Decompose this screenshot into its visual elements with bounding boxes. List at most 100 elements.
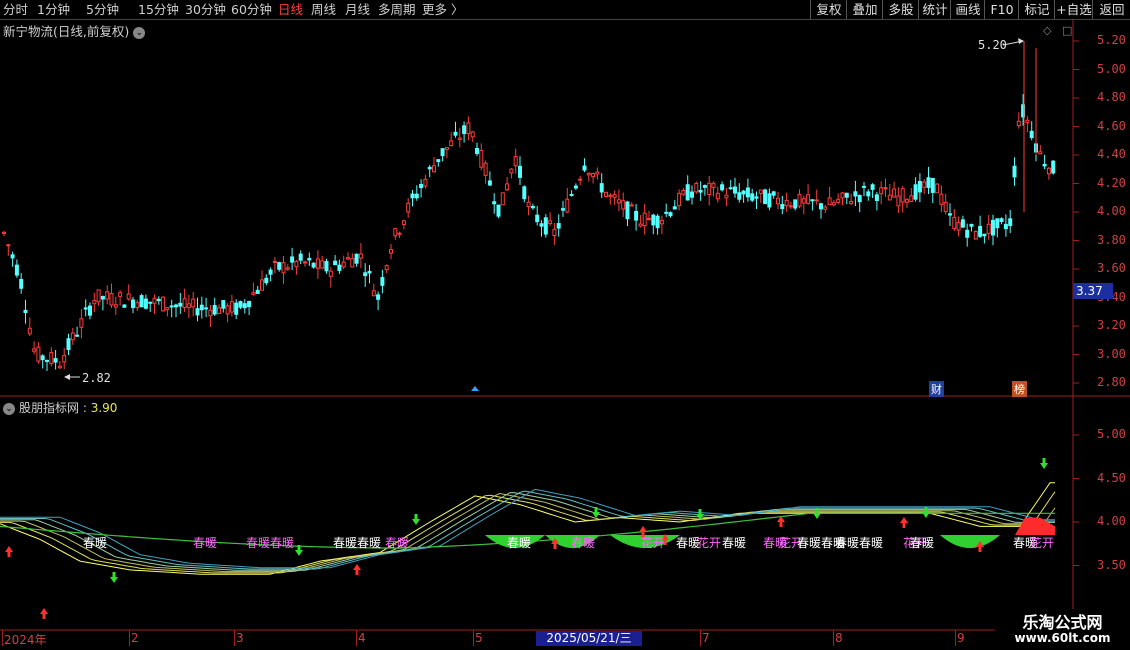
candle-body [831,202,836,206]
chevron-down-icon[interactable]: ⌄ [3,402,15,415]
candle-body [135,302,140,309]
candle-body [143,298,148,309]
candle-body [475,147,479,154]
candle-body [182,298,187,308]
candle-body [599,183,604,193]
candle-body [874,194,879,202]
candle-body [608,194,613,197]
signal-label: 春暖 [83,536,108,550]
candle-body [823,206,828,210]
candle-body [2,231,6,235]
candle-body [268,269,273,275]
price-tick-label: 5.20 [1097,33,1126,47]
candle-body [926,177,931,188]
candle-body [612,194,617,198]
date-label: 8 [835,631,843,645]
indicator-line [0,492,1056,573]
candle-body [350,258,355,268]
candle-body [466,122,471,135]
date-label: 7 [702,631,710,645]
candle-body [419,183,424,189]
candle-body [298,253,303,261]
down-arrow-icon [922,507,930,518]
candle-body [367,270,372,274]
candle-body [698,189,703,193]
candle-body [535,214,540,223]
candle-body [487,180,492,186]
candle-body [27,327,32,335]
candle-body [982,233,987,237]
candle-body [32,348,37,352]
candle-body [242,303,247,309]
candle-body [634,210,639,221]
date-label: 5 [475,631,483,645]
candle-body [930,177,935,193]
candle-body [715,192,720,200]
candle-body [10,254,15,259]
date-label: 2024年 [4,633,47,647]
indicator-tick-label: 3.50 [1097,557,1126,572]
down-arrow-icon [110,572,118,583]
candle-body [414,193,419,199]
candle-body [380,277,385,286]
date-tick [955,630,956,646]
candle-body [152,297,157,304]
date-tick [356,630,357,646]
candle-body [518,165,522,178]
candle-body [578,178,583,181]
candle-body [6,244,11,247]
price-tick-label: 5.00 [1097,61,1126,76]
signal-label: 春暖 [571,536,596,550]
candle-body [784,199,789,207]
price-tick-label: 3.60 [1097,261,1126,275]
candle-body [195,308,200,316]
candle-body [285,267,290,270]
candle-body [836,198,841,203]
candle-body [814,199,819,202]
candle-body [707,182,712,195]
candle-body [883,187,888,190]
candle-body [642,212,647,227]
candle-body [371,290,376,297]
candle-body [328,270,333,277]
finance-badge[interactable]: 财 [929,381,944,397]
indicator-value: 3.90 [90,401,118,415]
candle-body [788,205,793,208]
candle-body [565,198,570,213]
price-tick-label: 4.20 [1097,175,1126,190]
candle-body [965,229,970,238]
candle-body [793,199,798,209]
candle-body [66,338,71,350]
candle-body [406,202,411,213]
candle-body [307,258,312,261]
candle-body [956,222,961,231]
candle-body [75,334,80,337]
event-marker [471,386,479,391]
candle-body [440,148,445,157]
candle-body [625,201,630,220]
candle-body [810,199,815,202]
diamond-icon: ◇ [1043,24,1052,37]
kline-chart[interactable]: ◇ □ [0,0,1130,650]
signal-label: 春暖春暖 [835,536,884,550]
candle-body [780,204,785,210]
candle-body [88,305,92,316]
candle-body [827,197,832,206]
candle-body [647,218,651,221]
signal-label: 春暖春暖 [246,536,295,550]
candle-body [217,307,221,314]
candle-body [629,204,634,207]
candle-body [694,182,699,193]
ranking-badge[interactable]: 榜 [1012,381,1027,397]
candle-body [311,262,316,268]
candle-body [651,214,656,226]
candle-body [655,215,660,229]
up-arrow-icon [777,516,785,527]
up-arrow-icon [900,517,908,528]
up-arrow-icon [40,608,48,619]
candle-body [363,272,368,277]
candle-body [62,355,67,363]
down-arrow-icon [412,514,420,525]
candle-body [303,261,307,264]
candle-body [397,232,402,235]
